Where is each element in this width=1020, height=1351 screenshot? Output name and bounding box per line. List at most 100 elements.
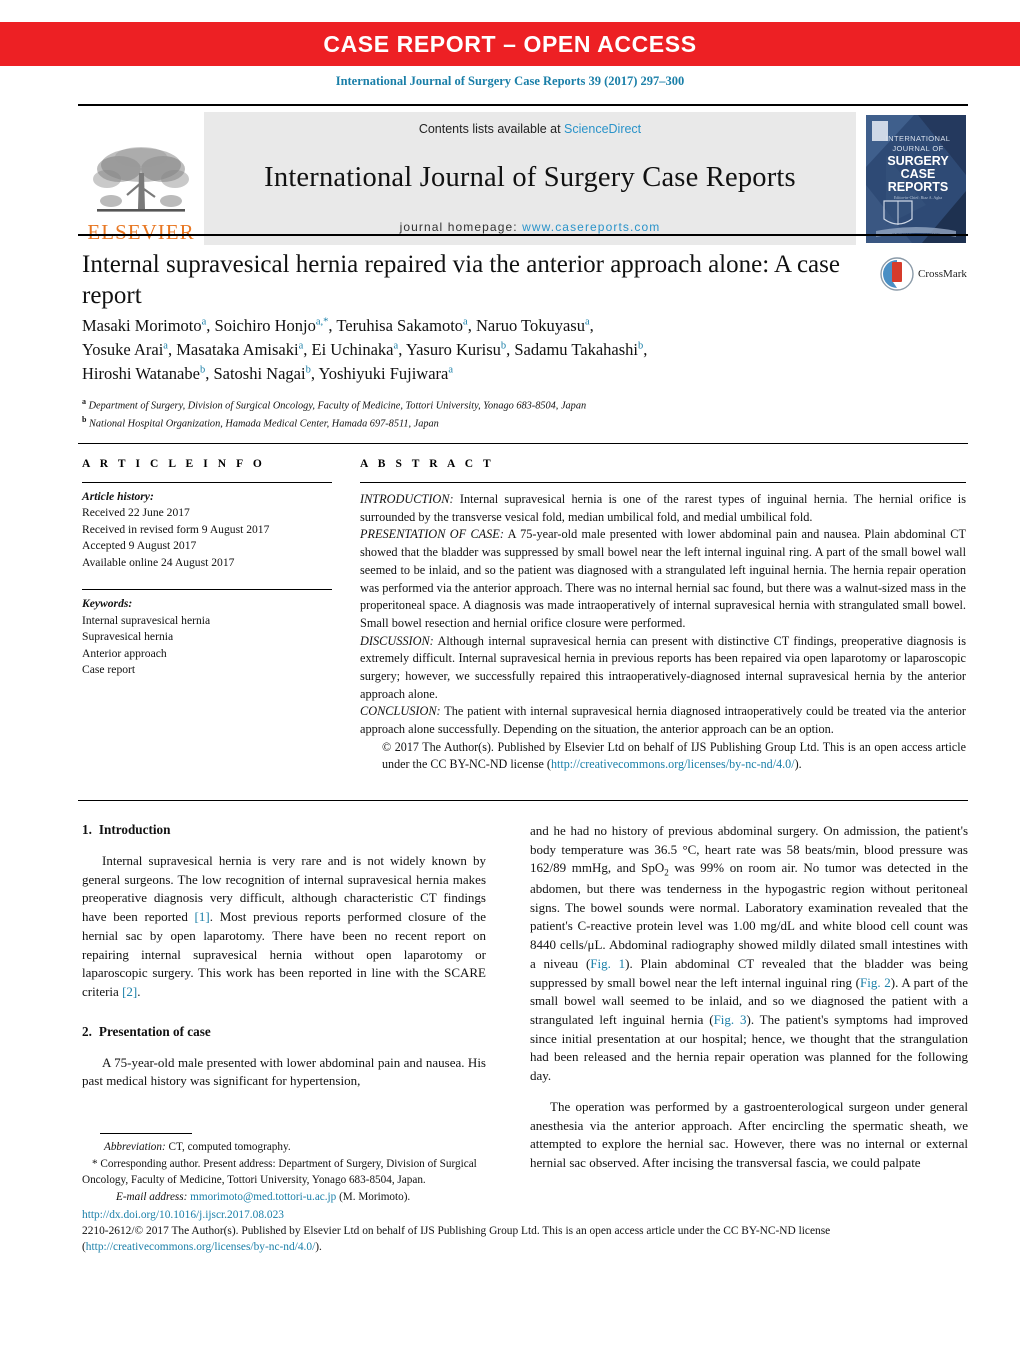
bottom-meta-block: http://dx.doi.org/10.1016/j.ijscr.2017.0…: [82, 1208, 962, 1256]
keyword-item: Anterior approach: [82, 646, 167, 660]
keyword-item: Internal supravesical hernia: [82, 613, 211, 627]
svg-text:SURGERY: SURGERY: [887, 154, 949, 168]
author-line-3: Hiroshi Watanabeb, Satoshi Nagaib, Yoshi…: [82, 364, 454, 384]
elsevier-wordmark: ELSEVIER: [87, 220, 195, 244]
intro-text-c: .: [137, 984, 141, 1000]
abbreviation-label: Abbreviation:: [104, 1141, 166, 1153]
running-citation: International Journal of Surgery Case Re…: [335, 74, 685, 88]
elsevier-tree-icon: [93, 147, 189, 212]
journal-cover-image: INTERNATIONAL JOURNAL OF SURGERY CASE RE…: [866, 114, 966, 243]
abstract-introduction-label: INTRODUCTION:: [360, 492, 454, 506]
journal-title: International Journal of Surgery Case Re…: [264, 162, 796, 193]
history-item: Received in revised form 9 August 2017: [82, 522, 270, 536]
abstract-presentation-label: PRESENTATION OF CASE:: [360, 527, 504, 542]
abstract-copyright-tail: ).: [794, 757, 802, 772]
case-paragraph-2: The operation was performed by a gastroe…: [530, 1098, 968, 1171]
journal-homepage-link[interactable]: www.casereports.com: [522, 220, 660, 234]
journal-band: Contents lists available at ScienceDirec…: [204, 112, 856, 245]
svg-text:JOURNAL OF: JOURNAL OF: [892, 144, 943, 153]
abstract-discussion-text: Although internal supravesical hernia ca…: [360, 633, 966, 701]
svg-text:REPORTS: REPORTS: [888, 180, 948, 194]
section-title-2: Presentation of case: [98, 1023, 211, 1039]
footnote-email: E-mail address: mmorimoto@med.tottori-u.…: [82, 1190, 486, 1206]
author-line-1: Masaki Morimotoa, Soichiro Honjoa,*, Ter…: [82, 316, 594, 335]
case-text-b: was 99% on room air. No tumor was detect…: [530, 860, 968, 971]
abstract-discussion-label: DISCUSSION:: [360, 633, 434, 648]
open-access-banner-label: CASE REPORT – OPEN ACCESS: [323, 30, 697, 57]
section-number-2: 2.: [82, 1023, 92, 1039]
issn-license-line: 2210-2612/© 2017 The Author(s). Publishe…: [82, 1224, 962, 1256]
license-link-part-1[interactable]: http://: [86, 1241, 113, 1253]
case-paragraph-1: and he had no history of previous abdomi…: [530, 822, 968, 1086]
reference-link-2[interactable]: [2]: [122, 984, 137, 999]
article-info-heading: A R T I C L E I N F O: [82, 458, 266, 470]
cc-license-link[interactable]: http://creativecommons.org/licenses/by-n…: [551, 757, 795, 771]
footnote-abbreviation: Abbreviation: CT, computed tomography.: [82, 1140, 486, 1156]
reference-link-1[interactable]: [1]: [195, 909, 210, 924]
article-info-rule-1: [82, 482, 332, 483]
crossmark-icon: [880, 257, 914, 291]
footnotes-block: Abbreviation: CT, computed tomography. *…: [82, 1140, 486, 1207]
corresponding-email-link[interactable]: mmorimoto@med.tottori-u.ac.jp: [190, 1191, 336, 1203]
footnote-corresponding-author: * Corresponding author. Present address:…: [82, 1157, 477, 1186]
keyword-item: Supravesical hernia: [82, 630, 174, 644]
affiliation-b: b National Hospital Organization, Hamada…: [82, 415, 439, 430]
author-line-2: Yosuke Araia, Masataka Amisakia, Ei Uchi…: [82, 340, 648, 360]
doi-line: http://dx.doi.org/10.1016/j.ijscr.2017.0…: [82, 1208, 962, 1224]
masthead-bottom-rule: [78, 234, 968, 236]
license-link-part-2[interactable]: creativecommons.org/licenses/by-nc-nd/4.…: [113, 1241, 315, 1253]
contents-lists-prefix: Contents lists available at: [418, 122, 565, 136]
presentation-paragraph: A 75-year-old male presented with lower …: [82, 1054, 486, 1089]
page-title: Internal supravesical hernia repaired vi…: [82, 251, 840, 309]
article-history-label: Article history:: [82, 490, 154, 503]
affiliation-list: a Department of Surgery, Division of Sur…: [82, 396, 952, 432]
abstract-body: INTRODUCTION: Internal supravesical hern…: [360, 491, 966, 774]
email-tail: (M. Morimoto).: [336, 1190, 411, 1203]
journal-masthead: ELSEVIER Contents lists available at Sci…: [78, 104, 968, 245]
history-item: Accepted 9 August 2017: [82, 539, 197, 553]
author-list: Masaki Morimotoa, Soichiro Honjoa,*, Ter…: [82, 314, 952, 386]
elsevier-logo: ELSEVIER: [78, 112, 204, 245]
svg-text:Editor-in-Chief: Riaz A. Agha: Editor-in-Chief: Riaz A. Agha: [894, 195, 942, 200]
abstract-conclusion: CONCLUSION: The patient with internal su…: [360, 703, 966, 738]
title-block: Internal supravesical hernia repaired vi…: [82, 250, 872, 311]
figure-link-1[interactable]: Fig. 1: [590, 956, 625, 971]
intro-paragraph: Internal supravesical hernia is very rar…: [82, 852, 486, 1002]
body-column-left: 1. Introduction Internal supravesical her…: [82, 822, 486, 1103]
abstract-heading: A B S T R A C T: [360, 458, 495, 470]
history-item: Available online 24 August 2017: [82, 555, 235, 569]
keyword-item: Case report: [82, 663, 136, 677]
abstract-column: A B S T R A C T INTRODUCTION: Internal s…: [360, 458, 966, 774]
sciencedirect-link[interactable]: ScienceDirect: [564, 122, 641, 136]
abbreviation-text: CT, computed tomography.: [165, 1141, 291, 1153]
journal-cover-thumbnail: INTERNATIONAL JOURNAL OF SURGERY CASE RE…: [864, 112, 968, 245]
article-history-group: Article history: Received 22 June 2017 R…: [82, 489, 332, 571]
journal-homepage-prefix: journal homepage:: [399, 220, 523, 234]
figure-link-3[interactable]: Fig. 3: [714, 1012, 747, 1027]
abstract-introduction: INTRODUCTION: Internal supravesical hern…: [360, 491, 966, 526]
affiliation-a: a Department of Surgery, Division of Sur…: [82, 397, 587, 412]
section-heading-introduction: 1. Introduction: [82, 822, 486, 838]
svg-text:INTERNATIONAL: INTERNATIONAL: [886, 134, 951, 143]
abstract-conclusion-text: The patient with internal supravesical h…: [360, 704, 966, 737]
svg-text:CASE: CASE: [901, 167, 936, 181]
history-item: Received 22 June 2017: [82, 506, 190, 520]
abstract-presentation-text: A 75-year-old male presented with lower …: [360, 527, 966, 630]
doi-link[interactable]: http://dx.doi.org/10.1016/j.ijscr.2017.0…: [82, 1209, 284, 1221]
crossmark-label: CrossMark: [918, 268, 967, 280]
abstract-copyright: © 2017 The Author(s). Published by Elsev…: [360, 739, 966, 774]
section-heading-presentation: 2. Presentation of case: [82, 1024, 486, 1040]
abstract-rule-top: [360, 482, 966, 483]
license-tail: ).: [315, 1240, 322, 1253]
abstract-presentation: PRESENTATION OF CASE: A 75-year-old male…: [360, 526, 966, 632]
article-info-rule-2: [82, 589, 332, 591]
figure-link-2[interactable]: Fig. 2: [860, 975, 891, 990]
contents-lists-line: Contents lists available at ScienceDirec…: [419, 122, 641, 136]
info-top-rule: [78, 443, 968, 444]
abstract-bottom-rule: [78, 800, 968, 801]
journal-homepage-line: journal homepage: www.casereports.com: [400, 220, 661, 234]
open-access-banner: CASE REPORT – OPEN ACCESS: [0, 22, 1020, 66]
keywords-group: Keywords: Internal supravesical hernia S…: [82, 596, 332, 678]
crossmark-badge[interactable]: CrossMark: [880, 252, 976, 296]
section-title-1: Introduction: [98, 822, 171, 837]
